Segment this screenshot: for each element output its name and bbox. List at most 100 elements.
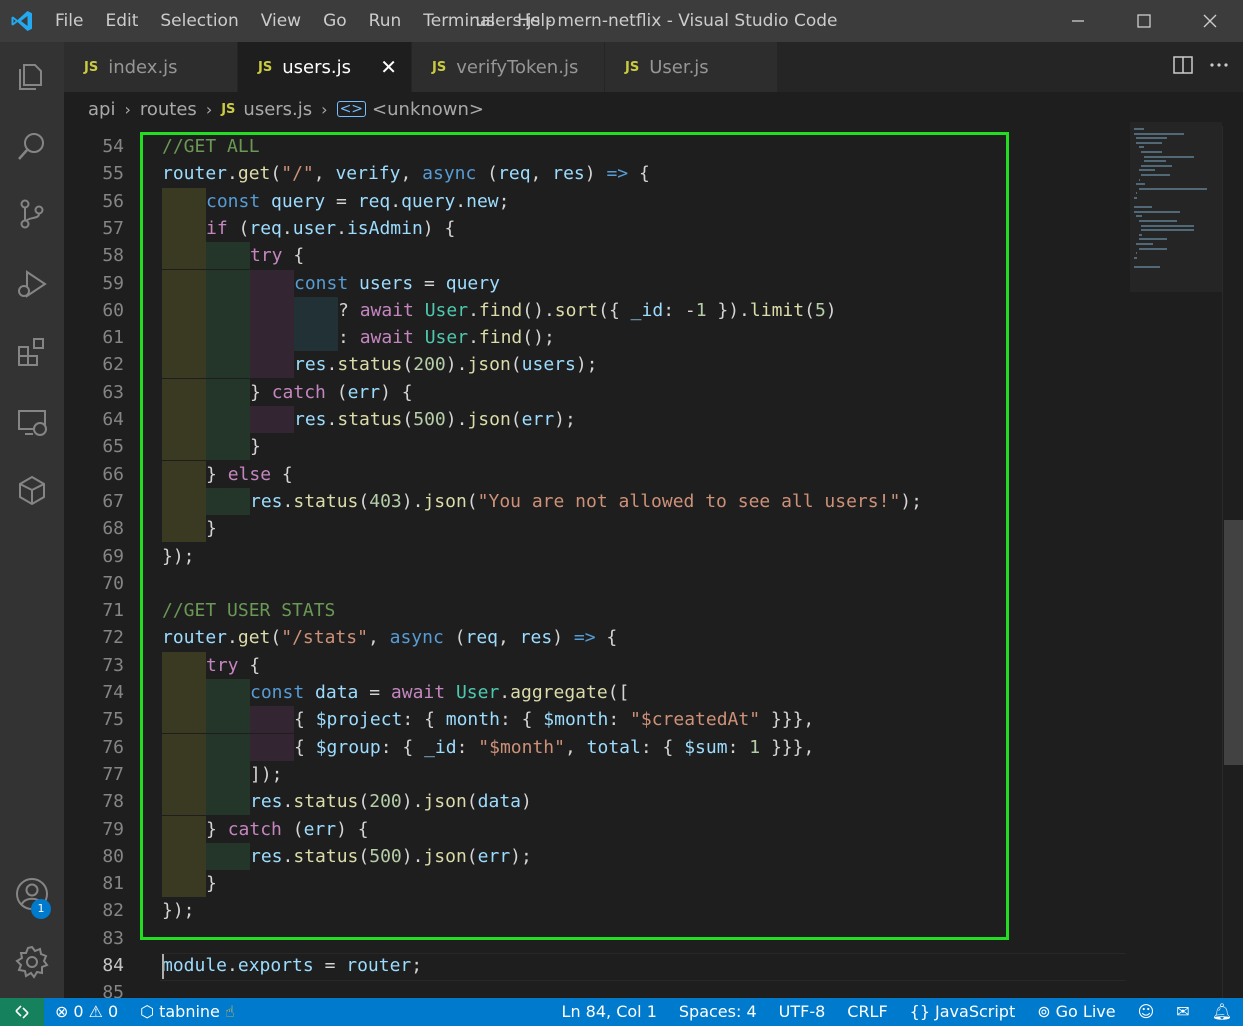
remote-indicator-icon[interactable] [0,998,44,1026]
eol-setting[interactable]: CRLF [836,998,898,1026]
line-number: 78 [102,791,124,813]
explorer-icon[interactable] [0,46,64,106]
line-number: 60 [102,299,124,321]
settings-gear-icon[interactable] [0,932,64,992]
menu-selection[interactable]: Selection [149,0,249,42]
tab-index-js[interactable]: JS index.js [64,42,238,92]
minimap[interactable] [1130,122,1222,292]
copilot-icon[interactable]: ☺ [1127,998,1166,1026]
indent-guide [162,487,206,515]
maximize-button[interactable] [1111,0,1177,42]
code-line[interactable]: 71 //GET USER STATS [64,597,1124,624]
menu-help[interactable]: Help [506,0,567,42]
code-line[interactable]: 67 res.status(403).json("You are not allo… [64,487,1124,515]
code-line[interactable]: 63} catch (err) { [64,378,1124,406]
indentation-setting[interactable]: Spaces: 4 [668,998,768,1026]
feedback-icon[interactable]: ✉ [1165,998,1200,1026]
code-editor[interactable]: 54 //GET ALL 55 router.get("/", verify, asy… [64,126,1243,998]
notifications-bell-icon[interactable]: 🔔︎ [1201,998,1243,1026]
minimap-line [1136,243,1153,245]
tab-user-js[interactable]: JS User.js [605,42,778,92]
source-control-icon[interactable] [0,184,64,244]
code-line[interactable]: 64 res.status(500).json(err); [64,406,1124,433]
code-line[interactable]: 59 const users = query [64,269,1124,297]
code-line[interactable]: 85 [64,979,1124,998]
code-line[interactable]: 81} [64,870,1124,898]
menu-terminal[interactable]: Terminal [412,0,506,42]
accounts-icon[interactable]: 1 [0,864,64,924]
line-number: 66 [102,463,124,485]
indent-guide [162,378,206,406]
search-icon[interactable] [0,116,64,176]
code-line[interactable]: 76 { $group: { _id: "$month", total: { $s… [64,733,1124,761]
tabnine-status[interactable]: ⬡ tabnine ☝ [129,998,246,1026]
menu-view[interactable]: View [250,0,312,42]
editor-tab-bar: JS index.js JS users.js ✕ JS verifyToken… [64,42,1243,92]
breadcrumb: api › routes › JS users.js › <> <unknown… [64,92,1243,126]
problems-indicator[interactable]: ⊗ 0 ⚠ 0 [44,998,129,1026]
code-line[interactable]: 66} else { [64,460,1124,488]
split-editor-icon[interactable] [1173,55,1193,79]
go-live-button[interactable]: ⊚ Go Live [1026,998,1126,1026]
menu-run[interactable]: Run [358,0,413,42]
minimap-line [1134,256,1138,259]
code-line[interactable]: 62 res.status(200).json(users); [64,351,1124,379]
indent-guide [250,733,294,761]
code-line[interactable]: 77]); [64,760,1124,788]
breadcrumb-folder-routes[interactable]: routes [140,99,197,120]
run-debug-icon[interactable] [0,254,64,314]
activity-bar: 1 [0,42,64,998]
code-line[interactable]: 82}); [64,897,1124,924]
language-mode[interactable]: {} JavaScript [899,998,1027,1026]
code-text: const users = query [294,272,500,294]
code-line[interactable]: 78 res.status(200).json(data) [64,788,1124,816]
code-line[interactable]: 58 try { [64,242,1124,270]
minimize-button[interactable] [1045,0,1111,42]
extensions-icon[interactable] [0,322,64,382]
tab-users-js[interactable]: JS users.js ✕ [238,42,412,92]
menu-edit[interactable]: Edit [94,0,149,42]
code-line[interactable]: 80 res.status(500).json(err); [64,842,1124,870]
minimap-line [1141,174,1170,176]
code-line[interactable]: 57 if (req.user.isAdmin) { [64,214,1124,242]
code-line[interactable]: 83 [64,925,1124,952]
code-line[interactable]: 54 //GET ALL [64,133,1124,160]
indent-guide [294,296,338,324]
close-window-button[interactable] [1177,0,1243,42]
code-text: } [206,518,217,540]
tab-verifytoken-js[interactable]: JS verifyToken.js [412,42,605,92]
code-line[interactable]: 55 router.get("/", verify, async (req, re… [64,160,1124,187]
tabnine-hub-icon[interactable] [0,460,64,520]
status-bar: ⊗ 0 ⚠ 0 ⬡ tabnine ☝ Ln 84, Col 1 Spaces:… [0,998,1243,1026]
code-line[interactable]: 79} catch (err) { [64,815,1124,843]
code-line[interactable]: 56 const query = req.query.new; [64,187,1124,215]
minimap-line [1138,238,1168,241]
scrollbar-thumb[interactable] [1224,520,1243,765]
code-line[interactable]: 75 { $project: { month: { $month: "$creat… [64,706,1124,734]
indent-guide [206,760,250,788]
breadcrumb-symbol[interactable]: <unknown> [372,99,484,120]
code-line[interactable]: 73 try { [64,651,1124,679]
code-line[interactable]: 61: await User.find(); [64,324,1124,352]
code-line[interactable]: 72 router.get("/stats", async (req, res) … [64,624,1124,651]
menu-file[interactable]: File [44,0,94,42]
breadcrumb-file[interactable]: users.js [243,99,312,120]
encoding-setting[interactable]: UTF-8 [768,998,837,1026]
indent-guide [206,788,250,816]
code-text: }); [162,900,195,922]
text-cursor [162,954,164,979]
code-line[interactable]: 65} [64,433,1124,461]
code-text: //GET USER STATS [162,600,336,622]
cursor-position[interactable]: Ln 84, Col 1 [551,998,668,1026]
remote-explorer-icon[interactable] [0,392,64,452]
menu-go[interactable]: Go [312,0,358,42]
minimap-line [1138,233,1143,236]
code-line[interactable]: 68} [64,515,1124,543]
code-line[interactable]: 70 [64,570,1124,597]
code-line[interactable]: 74 const data = await User.aggregate([ [64,679,1124,706]
close-tab-icon[interactable]: ✕ [380,55,397,79]
code-line[interactable]: 60 ? await User.find().sort({ _id: -1 }).… [64,296,1124,324]
more-actions-icon[interactable] [1209,55,1229,79]
breadcrumb-folder-api[interactable]: api [88,99,115,120]
code-line[interactable]: 69}); [64,543,1124,570]
